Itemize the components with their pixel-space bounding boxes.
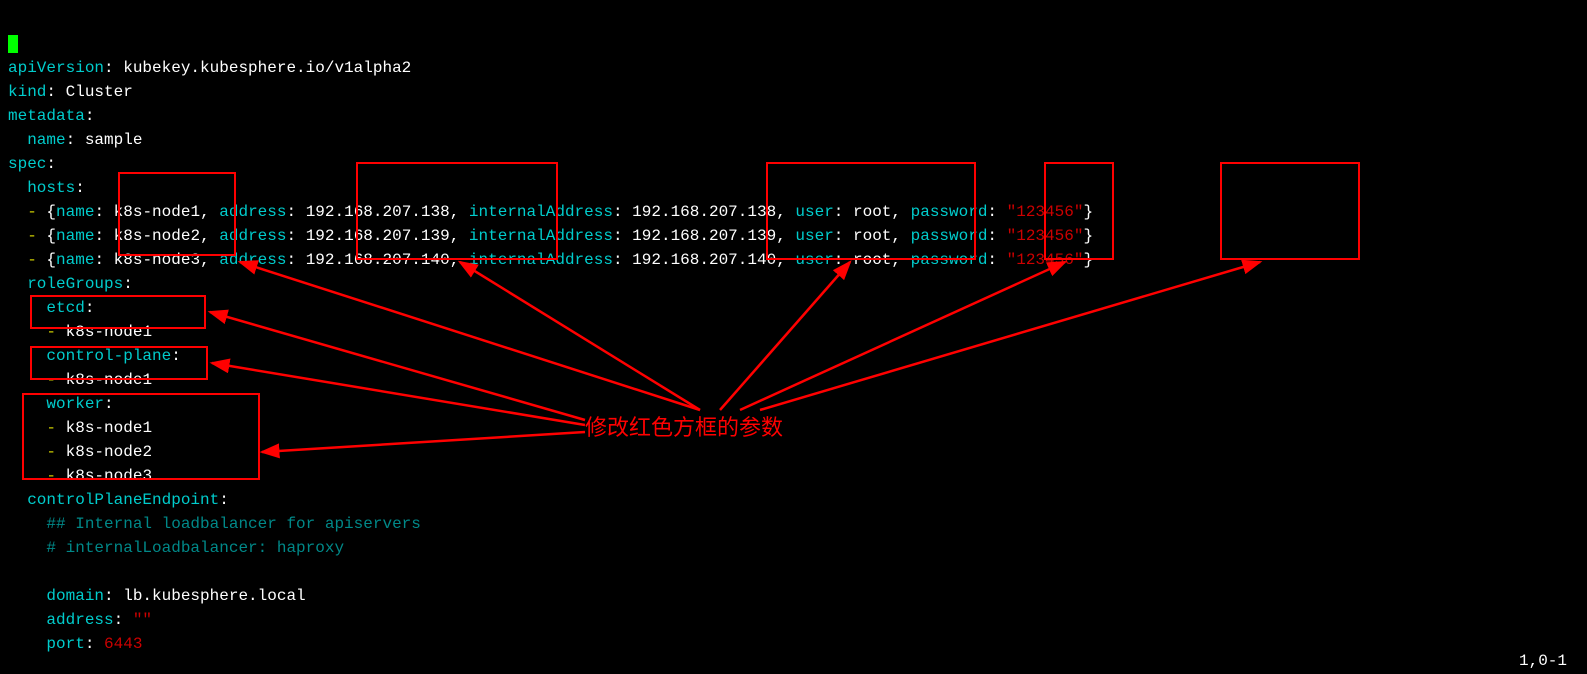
host-name-val: k8s-node1 — [114, 203, 200, 221]
terminal-editor[interactable]: apiVersion: kubekey.kubesphere.io/v1alph… — [0, 0, 1587, 664]
yaml-value: sample — [85, 131, 143, 149]
yaml-value: 6443 — [104, 635, 142, 653]
etcd-node: k8s-node1 — [66, 323, 152, 341]
cursor-icon — [8, 35, 18, 53]
host-address-val: 192.168.207.138 — [306, 203, 450, 221]
yaml-value: "" — [133, 611, 152, 629]
yaml-value: lb.kubesphere.local — [123, 587, 305, 605]
yaml-comment: ## Internal loadbalancer for apiservers — [46, 515, 420, 533]
host-name-key: name — [56, 203, 94, 221]
worker-node: k8s-node2 — [66, 443, 152, 461]
yaml-value: Cluster — [66, 83, 133, 101]
host-address-key: address — [219, 203, 286, 221]
host-internal-val: 192.168.207.138 — [632, 203, 776, 221]
host-user-key: user — [795, 203, 833, 221]
yaml-key: roleGroups — [27, 275, 123, 293]
annotation-label: 修改红色方框的参数 — [585, 410, 783, 442]
yaml-key: etcd — [46, 299, 84, 317]
editor-status: 1,0-1 — [1519, 652, 1567, 670]
yaml-key: control-plane — [46, 347, 171, 365]
yaml-key: name — [27, 131, 65, 149]
yaml-key: hosts — [27, 179, 75, 197]
yaml-key: apiVersion — [8, 59, 104, 77]
worker-node: k8s-node3 — [66, 467, 152, 485]
yaml-key: kind — [8, 83, 46, 101]
host-password-val: "123456" — [1007, 203, 1084, 221]
host-internal-key: internalAddress — [469, 203, 613, 221]
host-password-key: password — [911, 203, 988, 221]
yaml-key: address — [46, 611, 113, 629]
yaml-key: port — [46, 635, 84, 653]
yaml-key: spec — [8, 155, 46, 173]
yaml-key: worker — [46, 395, 104, 413]
yaml-key: domain — [46, 587, 104, 605]
yaml-key: metadata — [8, 107, 85, 125]
worker-node: k8s-node1 — [66, 419, 152, 437]
yaml-comment: # internalLoadbalancer: haproxy — [46, 539, 344, 557]
yaml-value: kubekey.kubesphere.io/v1alpha2 — [123, 59, 411, 77]
yaml-key: controlPlaneEndpoint — [27, 491, 219, 509]
controlplane-node: k8s-node1 — [66, 371, 152, 389]
host-user-val: root — [853, 203, 891, 221]
